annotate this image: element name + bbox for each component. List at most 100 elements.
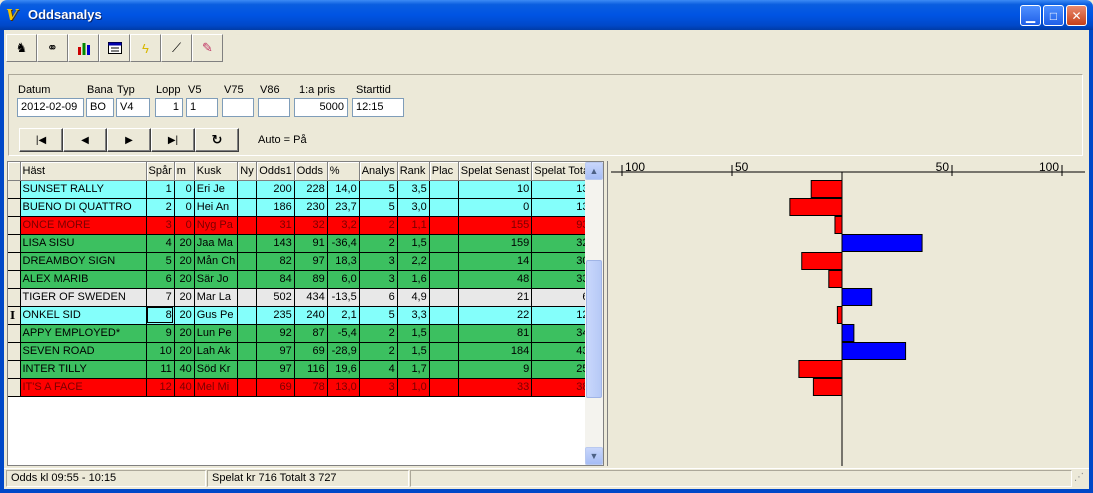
pris-field[interactable]: 5000 xyxy=(294,98,348,117)
table-cell[interactable]: Söd Kr xyxy=(194,360,239,379)
table-cell[interactable] xyxy=(429,180,459,199)
table-cell[interactable]: 21 xyxy=(458,288,533,307)
table-cell[interactable] xyxy=(237,252,258,271)
table-cell[interactable]: 200 xyxy=(256,180,295,199)
table-cell[interactable]: 1,7 xyxy=(397,360,430,379)
v5-field[interactable]: 1 xyxy=(186,98,218,117)
table-cell[interactable] xyxy=(237,234,258,253)
table-cell[interactable] xyxy=(237,270,258,289)
table-cell[interactable]: Jaa Ma xyxy=(194,234,239,253)
table-row[interactable]: LISA SISU420Jaa Ma14391-36,421,5159328 xyxy=(8,234,598,253)
table-cell[interactable]: 2 xyxy=(359,342,398,361)
table-cell[interactable]: 1,5 xyxy=(397,234,430,253)
table-cell[interactable]: -13,5 xyxy=(327,288,360,307)
table-cell[interactable] xyxy=(237,288,258,307)
table-cell[interactable]: -36,4 xyxy=(327,234,360,253)
table-cell[interactable]: 0 xyxy=(174,180,195,199)
table-cell[interactable]: 97 xyxy=(256,360,295,379)
table-cell[interactable] xyxy=(429,360,459,379)
table-cell[interactable] xyxy=(237,216,258,235)
table-cell[interactable]: IT'S A FACE xyxy=(20,378,147,397)
table-cell[interactable]: Lun Pe xyxy=(194,324,239,343)
table-cell[interactable]: 6,0 xyxy=(327,270,360,289)
table-cell[interactable] xyxy=(429,234,459,253)
table-row[interactable]: SUNSET RALLY10Eri Je20022814,053,510131 xyxy=(8,180,598,199)
typ-field[interactable]: V4 xyxy=(116,98,150,117)
table-cell[interactable]: 22 xyxy=(458,306,533,325)
table-cell[interactable]: 10 xyxy=(146,342,175,361)
minimize-button[interactable]: ▁ xyxy=(1020,5,1041,26)
table-cell[interactable]: 2 xyxy=(359,234,398,253)
table-cell[interactable]: 235 xyxy=(256,306,295,325)
table-cell[interactable]: 78 xyxy=(294,378,328,397)
table-cell[interactable]: 159 xyxy=(458,234,533,253)
column-header[interactable]: Plac xyxy=(429,162,459,181)
table-cell[interactable]: 1,6 xyxy=(397,270,430,289)
table-cell[interactable]: 2,2 xyxy=(397,252,430,271)
table-cell[interactable]: 40 xyxy=(174,378,195,397)
table-cell[interactable]: 97 xyxy=(294,252,328,271)
row-indicator[interactable] xyxy=(8,180,21,199)
table-cell[interactable]: 0 xyxy=(458,198,533,217)
scroll-down-button[interactable]: ▼ xyxy=(585,447,603,465)
table-cell[interactable]: 3 xyxy=(359,270,398,289)
title-bar[interactable] xyxy=(0,0,1093,30)
table-cell[interactable]: 3,5 xyxy=(397,180,430,199)
table-cell[interactable]: 1,5 xyxy=(397,324,430,343)
table-cell[interactable] xyxy=(237,324,258,343)
column-header[interactable]: Spelat Senast xyxy=(458,162,533,181)
table-cell[interactable]: LISA SISU xyxy=(20,234,147,253)
table-cell[interactable]: 81 xyxy=(458,324,533,343)
table-cell[interactable]: 11 xyxy=(146,360,175,379)
table-cell[interactable]: Hei An xyxy=(194,198,239,217)
next-record-button[interactable]: ▶ xyxy=(107,128,151,152)
table-cell[interactable]: 89 xyxy=(294,270,328,289)
table-cell[interactable]: 4,9 xyxy=(397,288,430,307)
table-row[interactable]: IT'S A FACE1240Mel Mi697813,031,033382 xyxy=(8,378,598,397)
table-cell[interactable]: 230 xyxy=(294,198,328,217)
table-cell[interactable]: 14,0 xyxy=(327,180,360,199)
table-row[interactable]: SEVEN ROAD1020Lah Ak9769-28,921,5184432 xyxy=(8,342,598,361)
table-cell[interactable]: -5,4 xyxy=(327,324,360,343)
table-cell[interactable]: Eri Je xyxy=(194,180,239,199)
toolbar-chart-button[interactable] xyxy=(68,34,99,62)
row-indicator[interactable] xyxy=(8,342,21,361)
table-cell[interactable]: Lah Ak xyxy=(194,342,239,361)
table-cell[interactable] xyxy=(429,342,459,361)
table-row[interactable]: ONCE MORE30Nyg Pa31323,221,1155932 xyxy=(8,216,598,235)
toolbar-wand-button[interactable]: ⟋ xyxy=(161,34,192,62)
table-cell[interactable]: Mel Mi xyxy=(194,378,239,397)
table-cell[interactable]: 184 xyxy=(458,342,533,361)
table-cell[interactable]: -28,9 xyxy=(327,342,360,361)
toolbar-lightning-button[interactable]: ϟ xyxy=(130,34,161,62)
table-cell[interactable]: 9 xyxy=(146,324,175,343)
bana-field[interactable]: BO xyxy=(86,98,114,117)
table-row[interactable]: ALEX MARIB620Sär Jo84896,031,648335 xyxy=(8,270,598,289)
table-cell[interactable] xyxy=(237,198,258,217)
toolbar-search-button[interactable]: ⚭ xyxy=(37,34,68,62)
table-cell[interactable]: Mar La xyxy=(194,288,239,307)
table-cell[interactable]: Sär Jo xyxy=(194,270,239,289)
column-header[interactable]: Ny xyxy=(237,162,258,181)
column-header[interactable]: Spår xyxy=(146,162,175,181)
row-indicator[interactable] xyxy=(8,216,21,235)
table-cell[interactable]: 97 xyxy=(256,342,295,361)
table-cell[interactable]: 91 xyxy=(294,234,328,253)
table-row[interactable]: INTER TILLY1140Söd Kr9711619,641,79257 xyxy=(8,360,598,379)
first-record-button[interactable]: |◀ xyxy=(19,128,63,152)
table-cell[interactable]: 20 xyxy=(174,252,195,271)
row-indicator[interactable] xyxy=(8,360,21,379)
table-cell[interactable]: Gus Pe xyxy=(194,306,239,325)
table-cell[interactable]: Mån Ch xyxy=(194,252,239,271)
maximize-button[interactable]: □ xyxy=(1043,5,1064,26)
table-cell[interactable] xyxy=(429,198,459,217)
table-cell[interactable]: 3 xyxy=(146,216,175,235)
table-cell[interactable]: 20 xyxy=(174,324,195,343)
table-cell[interactable]: 143 xyxy=(256,234,295,253)
table-cell[interactable]: 2,1 xyxy=(327,306,360,325)
column-header[interactable]: Analys xyxy=(359,162,398,181)
table-cell[interactable] xyxy=(429,216,459,235)
table-row[interactable]: TIGER OF SWEDEN 7 20 Mar La 502 434 -13,5 6 4,9 2… xyxy=(8,288,598,307)
column-header[interactable]: Rank xyxy=(397,162,430,181)
table-cell[interactable]: 0 xyxy=(174,198,195,217)
